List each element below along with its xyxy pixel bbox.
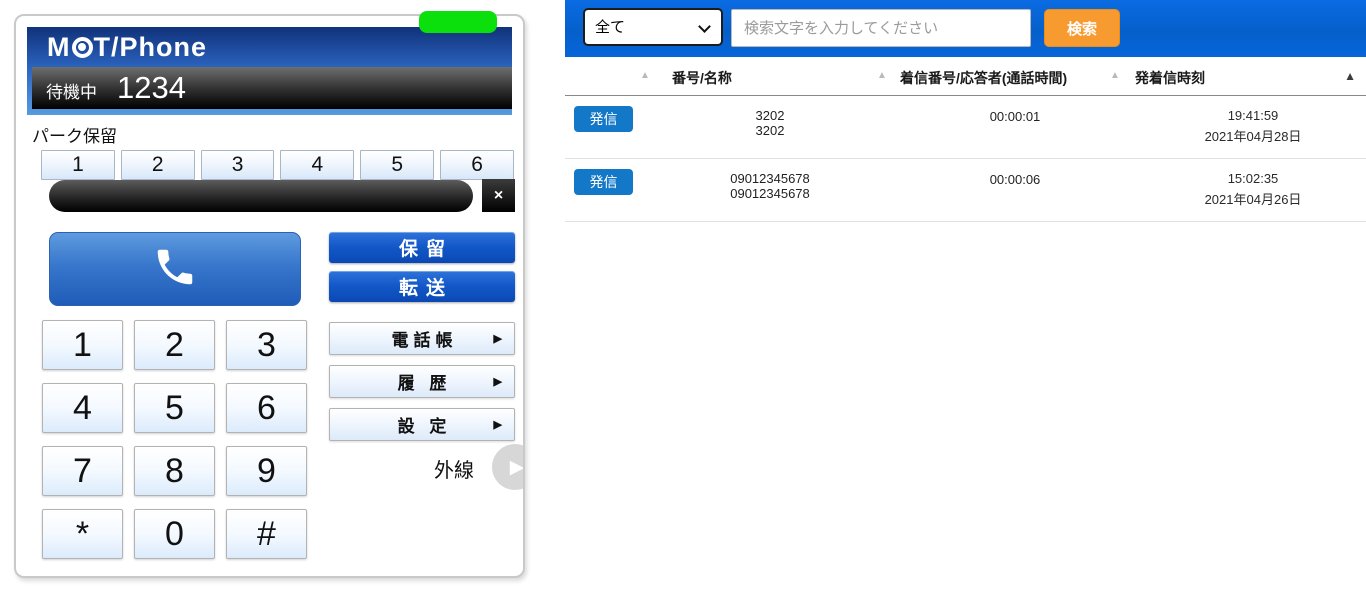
park-button-4[interactable]: 4 — [280, 150, 354, 180]
outside-line-button[interactable]: ▶ — [492, 444, 525, 490]
play-icon: ▶ — [510, 456, 525, 479]
arrow-right-icon: ▶ — [494, 418, 502, 431]
sort-icon[interactable]: ▲ — [1344, 69, 1356, 83]
column-incoming-responder: 着信番号/応答者(通話時間) — [900, 68, 1067, 88]
sort-icon[interactable]: ▲ — [877, 70, 887, 81]
phone-header: M T/Phone 待機中 1234 — [27, 27, 512, 115]
settings-button[interactable]: 設 定 ▶ — [329, 408, 515, 441]
search-button[interactable]: 検索 — [1044, 9, 1120, 47]
park-button-3[interactable]: 3 — [201, 150, 275, 180]
dial-key-6[interactable]: 6 — [226, 383, 307, 433]
phone-handset-icon — [152, 244, 198, 295]
hold-button[interactable]: 保留 — [329, 232, 515, 263]
call-type-badge[interactable]: 発信 — [574, 169, 633, 195]
call-button[interactable] — [49, 232, 301, 306]
app-logo: M T/Phone — [27, 27, 512, 67]
dial-key-hash[interactable]: # — [226, 509, 307, 559]
dial-key-4[interactable]: 4 — [42, 383, 123, 433]
park-hold-label: パーク保留 — [32, 122, 117, 147]
table-row: 発信 09012345678 09012345678 00:00:06 15:0… — [565, 159, 1366, 222]
logo-o-icon — [72, 37, 93, 58]
status-led — [419, 11, 497, 33]
column-datetime: 発着信時刻 — [1135, 68, 1205, 88]
arrow-right-icon: ▶ — [494, 375, 502, 388]
dial-key-2[interactable]: 2 — [134, 320, 215, 370]
datetime-cell: 19:41:59 2021年04月28日 — [1140, 106, 1366, 145]
park-button-row: 1 2 3 4 5 6 — [41, 150, 514, 180]
dial-key-0[interactable]: 0 — [134, 509, 215, 559]
duration-cell: 00:00:01 — [890, 106, 1140, 145]
dial-key-7[interactable]: 7 — [42, 446, 123, 496]
call-type-badge[interactable]: 発信 — [574, 106, 633, 132]
number-display — [49, 180, 473, 212]
park-button-6[interactable]: 6 — [440, 150, 514, 180]
extension-number: 1234 — [117, 67, 186, 109]
column-number-name: 番号/名称 — [672, 68, 732, 88]
logo-text-rest: T/Phone — [94, 32, 208, 63]
sort-icon[interactable]: ▲ — [640, 70, 650, 81]
dial-key-5[interactable]: 5 — [134, 383, 215, 433]
number-name-cell: 09012345678 09012345678 — [650, 169, 890, 208]
transfer-button[interactable]: 転送 — [329, 271, 515, 302]
dial-key-star[interactable]: * — [42, 509, 123, 559]
dial-key-3[interactable]: 3 — [226, 320, 307, 370]
dial-key-9[interactable]: 9 — [226, 446, 307, 496]
park-button-1[interactable]: 1 — [41, 150, 115, 180]
search-input[interactable] — [731, 9, 1031, 47]
sort-icon[interactable]: ▲ — [1110, 70, 1120, 81]
history-button[interactable]: 履 歴 ▶ — [329, 365, 515, 398]
arrow-right-icon: ▶ — [494, 332, 502, 345]
logo-text-m: M — [47, 32, 71, 63]
table-header: ▲ 番号/名称 ▲ 着信番号/応答者(通話時間) ▲ 発着信時刻 ▲ — [565, 57, 1366, 96]
status-label: 待機中 — [46, 72, 97, 114]
dial-pad: 1 2 3 4 5 6 7 8 9 * 0 # — [42, 320, 308, 559]
filter-select[interactable]: 全て — [585, 10, 721, 44]
datetime-cell: 15:02:35 2021年04月26日 — [1140, 169, 1366, 208]
park-button-5[interactable]: 5 — [360, 150, 434, 180]
softphone-panel: MT/Phone 待機中 1234 パーク保留 1 2 3 4 5 6 × 保留… — [14, 14, 525, 578]
status-bar: 待機中 1234 — [32, 67, 512, 109]
table-row: 発信 3202 3202 00:00:01 19:41:59 2021年04月2… — [565, 96, 1366, 159]
call-history-table: ▲ 番号/名称 ▲ 着信番号/応答者(通話時間) ▲ 発着信時刻 ▲ 発信 32… — [565, 57, 1366, 222]
park-button-2[interactable]: 2 — [121, 150, 195, 180]
search-toolbar: 全て 検索 — [565, 0, 1366, 57]
filter-select-wrap: 全て — [583, 8, 723, 46]
clear-icon: × — [494, 187, 503, 205]
phonebook-button[interactable]: 電話帳 ▶ — [329, 322, 515, 355]
dial-key-1[interactable]: 1 — [42, 320, 123, 370]
dial-key-8[interactable]: 8 — [134, 446, 215, 496]
clear-button[interactable]: × — [482, 179, 515, 212]
duration-cell: 00:00:06 — [890, 169, 1140, 208]
number-name-cell: 3202 3202 — [650, 106, 890, 145]
outside-line-label: 外線 — [434, 454, 474, 483]
